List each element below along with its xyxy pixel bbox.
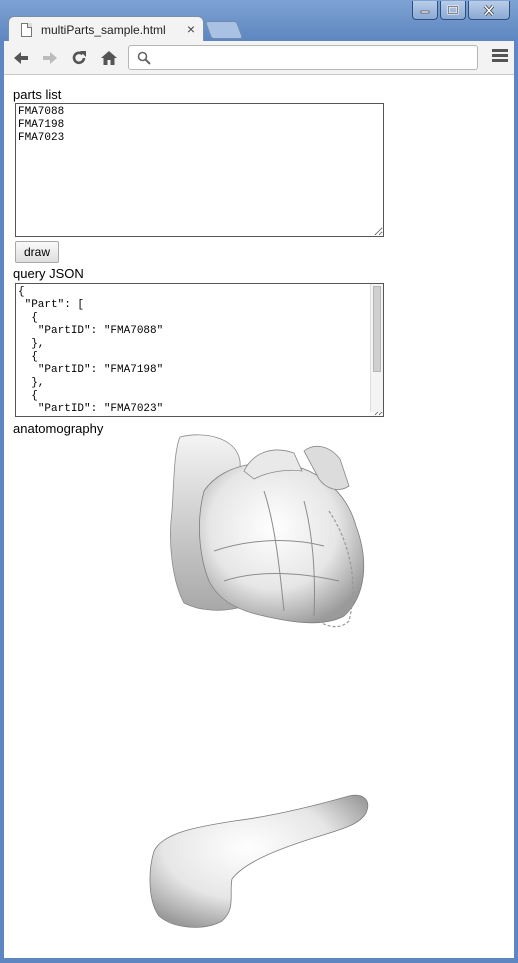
arrow-right-icon: [43, 52, 57, 64]
maximize-button[interactable]: [440, 1, 466, 20]
anatomography-render: [149, 434, 369, 928]
browser-toolbar: [4, 41, 514, 75]
window-close-icon: [483, 4, 495, 16]
tab-title: multiParts_sample.html: [41, 23, 166, 37]
page-icon: [21, 23, 32, 37]
browser-window: multiParts_sample.html × parts list draw…: [0, 0, 518, 963]
window-close-button[interactable]: [468, 1, 510, 20]
tab-close-icon[interactable]: ×: [187, 21, 195, 37]
search-icon: [137, 51, 151, 65]
address-bar[interactable]: [128, 45, 478, 70]
maximize-icon: [447, 5, 459, 15]
window-controls: [412, 1, 510, 20]
back-button[interactable]: [10, 47, 32, 69]
reload-button[interactable]: [68, 47, 90, 69]
parts-list-label: parts list: [13, 87, 62, 102]
minimize-icon: [420, 10, 430, 14]
query-json-textarea[interactable]: [15, 283, 384, 417]
browser-tab[interactable]: multiParts_sample.html ×: [8, 16, 204, 42]
forward-button[interactable]: [39, 47, 61, 69]
home-icon: [101, 51, 117, 65]
draw-button[interactable]: draw: [15, 241, 59, 263]
query-json-scrollbar[interactable]: [370, 284, 383, 412]
heart-model: [170, 434, 365, 628]
arrow-left-icon: [14, 52, 28, 64]
anatomography-label: anatomography: [13, 421, 104, 436]
home-button[interactable]: [98, 47, 120, 69]
scrollbar-thumb[interactable]: [373, 286, 381, 372]
minimize-button[interactable]: [412, 1, 438, 20]
new-tab-button[interactable]: [204, 21, 244, 39]
pancreas-model: [149, 794, 369, 928]
reload-icon: [72, 51, 86, 65]
query-json-label: query JSON: [13, 266, 84, 281]
menu-icon[interactable]: [492, 49, 508, 64]
parts-list-textarea[interactable]: [15, 103, 384, 237]
page-content: parts list draw query JSON anatomography: [4, 75, 514, 958]
